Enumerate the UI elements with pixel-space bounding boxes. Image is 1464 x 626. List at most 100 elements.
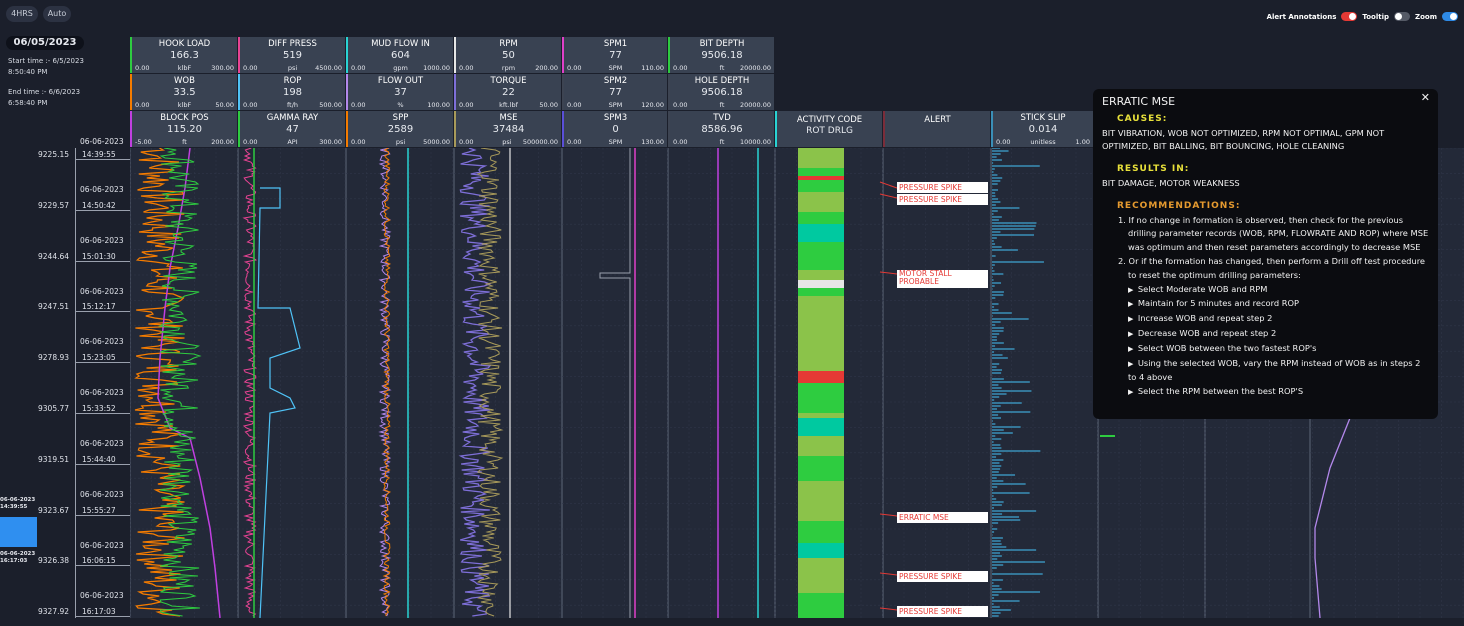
results-heading: RESULTS IN:: [1117, 164, 1190, 175]
axis-time: 14:39:55: [82, 150, 116, 159]
header-title: SPM2: [603, 76, 628, 86]
step-text: Using the selected WOB, vary the RPM ins…: [1128, 357, 1421, 383]
header-title: HOLE DEPTH: [694, 76, 750, 86]
range-max: 500000.00: [522, 138, 558, 146]
drill-off-step: ▶ Maintain for 5 minutes and record ROP: [1128, 297, 1429, 312]
alert-label[interactable]: ERRATIC MSE: [897, 512, 988, 523]
range-unit: gpm: [393, 64, 408, 72]
range-unit: ft: [719, 64, 725, 72]
header-title: GAMMA RAY: [266, 113, 319, 123]
tooltip-toggle[interactable]: [1394, 12, 1410, 21]
bullet-icon: ▶: [1128, 285, 1138, 294]
header-value: 77: [609, 87, 622, 98]
alert-label[interactable]: MOTOR STALL PROBABLE: [897, 270, 988, 288]
axis-tick: [75, 463, 130, 465]
date-display[interactable]: 06/05/2023: [6, 36, 84, 50]
4hrs-button[interactable]: 4HRS: [6, 6, 38, 22]
activity-bar: [798, 168, 844, 176]
range-min: 0.00: [567, 64, 582, 72]
header-range: 0.00 API 300.00: [240, 138, 345, 146]
header-title: TVD: [713, 113, 731, 123]
recommendation-1: 1. If no change in formation is observed…: [1118, 214, 1429, 253]
range-unit: ft: [719, 101, 725, 109]
axis-time: 16:17:03: [82, 607, 116, 617]
axis-date: 06-06-2023: [80, 540, 124, 550]
range-unit: unitless: [1030, 138, 1056, 146]
range-unit: klbF: [177, 64, 192, 72]
header-value: 198: [282, 87, 303, 98]
header-title: MSE: [499, 113, 518, 123]
header-title: SPM3: [603, 113, 628, 123]
activity-bar: [798, 543, 844, 558]
header-bit-depth: BIT DEPTH 9506.18 0.00 ft 20000.00: [668, 37, 774, 73]
range-min: 0.00: [135, 64, 150, 72]
header-mud-flow-in: MUD FLOW IN 604 0.00 gpm 1000.00: [346, 37, 453, 73]
auto-button[interactable]: Auto: [43, 6, 71, 22]
axis-time: 15:33:52: [82, 404, 116, 413]
start-time-label: Start time :- 6/5/2023: [8, 57, 84, 65]
navigator-window[interactable]: [0, 517, 37, 547]
activity-code-value: ROT DRLG: [806, 126, 853, 136]
range-max: 4500.00: [315, 64, 342, 72]
axis-time: 15:55:27: [82, 505, 116, 515]
activity-bar: [798, 456, 844, 481]
axis-depth: 9326.38: [38, 556, 70, 566]
axis-time: 14:50:42: [82, 200, 116, 210]
header-range: 0.00% 100.00: [348, 101, 453, 109]
header-title: RPM: [499, 39, 518, 49]
alert-label[interactable]: PRESSURE SPIKE: [897, 606, 988, 617]
range-unit: SPM: [608, 101, 623, 109]
activity-bar: [798, 436, 844, 456]
range-unit: SPM: [608, 64, 623, 72]
header-range: 0.00 ft 20000.00: [670, 101, 774, 109]
header-value: 37484: [492, 124, 525, 135]
activity-bar: [798, 288, 844, 296]
header-value: 519: [282, 50, 303, 61]
header-range: 0.00 ft/h 500.00: [240, 101, 345, 109]
alert-label[interactable]: PRESSURE SPIKE: [897, 194, 988, 205]
range-max: 120.00: [641, 101, 664, 109]
header-range: 0.00 ft 20000.00: [670, 64, 774, 72]
activity-bar: [798, 212, 844, 224]
header-hole-depth: HOLE DEPTH 9506.18 0.00 ft 20000.00: [668, 74, 774, 110]
activity-bar: [798, 413, 844, 418]
range-unit: psi: [395, 138, 406, 146]
range-min: 0.00: [243, 138, 258, 146]
range-unit: API: [287, 138, 298, 146]
alert-label[interactable]: PRESSURE SPIKE: [897, 571, 988, 582]
bullet-icon: ▶: [1128, 359, 1138, 368]
header-range: 0.00 gpm 1000.00: [348, 64, 453, 72]
activity-bar: [798, 148, 844, 168]
alert-annotations-label: Alert Annotations: [1266, 12, 1337, 21]
range-min: 0.00: [567, 138, 582, 146]
axis-time: 15:12:17: [82, 302, 116, 312]
range-unit: SPM: [608, 138, 623, 146]
activity-bar: [798, 180, 844, 192]
zoom-toggle[interactable]: [1442, 12, 1458, 21]
alert-label[interactable]: PRESSURE SPIKE: [897, 182, 988, 193]
axis-date: 06-06-2023: [80, 286, 124, 296]
axis-depth: 9225.15: [38, 150, 70, 159]
range-max: 300.00: [211, 64, 234, 72]
step-text: Increase WOB and repeat step 2: [1137, 313, 1273, 324]
activity-bar: [798, 270, 844, 280]
header-title: TORQUE: [490, 76, 527, 86]
nav-start-date: 06-06-2023: [0, 497, 36, 503]
header-range: 0.00 SPM 110.00: [564, 64, 667, 72]
recommendation-2: 2. Or if the formation has changed, then…: [1118, 255, 1426, 280]
header-value: 604: [390, 50, 411, 61]
time-header-date: 06-06-2023: [80, 137, 124, 146]
range-max: 10000.00: [740, 138, 772, 146]
header-rop: ROP 198 0.00 ft/h 500.00: [238, 74, 345, 110]
range-min: 0.00: [351, 101, 366, 109]
drill-off-step: ▶ Increase WOB and repeat step 2: [1128, 312, 1429, 327]
header-value: 47: [286, 124, 299, 135]
step-text: Select the RPM between the best ROP'S: [1137, 386, 1304, 397]
range-unit: ft: [719, 138, 725, 146]
alert-annotations-toggle[interactable]: [1341, 12, 1358, 21]
close-icon[interactable]: ✕: [1421, 91, 1430, 105]
activity-code-header: ACTIVITY CODE ROT DRLG: [775, 111, 882, 147]
header-spm2: SPM2 77 0.00 SPM 120.00: [562, 74, 667, 110]
drill-off-step: ▶ Using the selected WOB, vary the RPM i…: [1128, 357, 1429, 386]
header-rpm: RPM 50 0.00 rpm 200.00: [454, 37, 561, 73]
